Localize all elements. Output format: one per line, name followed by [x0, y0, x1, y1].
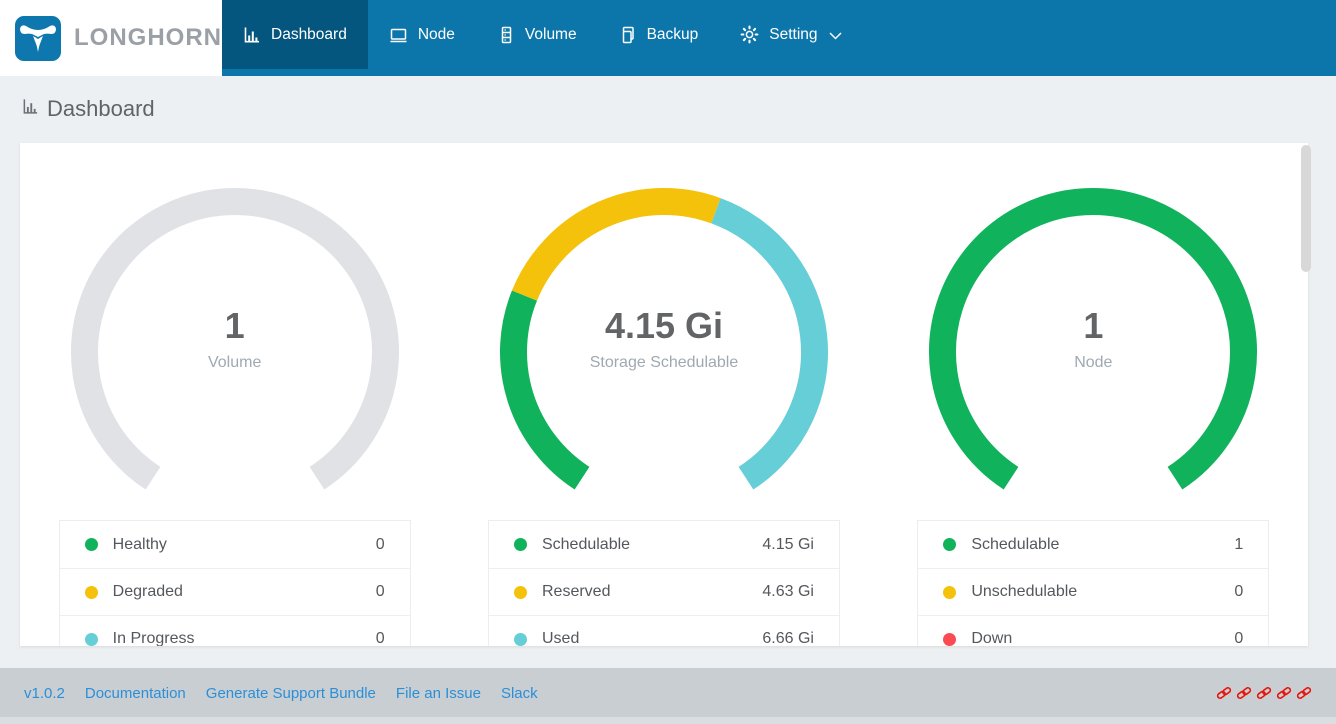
- volume-gauge-chart: 1 Volume: [65, 183, 405, 518]
- nav-label: Setting: [769, 26, 817, 44]
- gear-icon: [740, 25, 759, 44]
- bar-chart-icon: [22, 98, 39, 120]
- legend-row: Schedulable 4.15 Gi: [489, 521, 839, 568]
- legend-value: 0: [376, 583, 385, 601]
- node-count: 1: [923, 305, 1263, 347]
- nav-label: Volume: [525, 26, 577, 44]
- legend-value: 0: [1234, 630, 1243, 646]
- legend-label: Healthy: [113, 536, 167, 554]
- storage-gauge-label: Storage Schedulable: [494, 354, 834, 372]
- footer: v1.0.2 Documentation Generate Support Bu…: [0, 668, 1336, 724]
- broken-link-icon: [1256, 686, 1272, 700]
- legend-dot: [85, 633, 98, 646]
- legend-row: In Progress 0: [60, 615, 410, 646]
- nav-item-node[interactable]: Node: [368, 0, 476, 69]
- volume-count: 1: [65, 305, 405, 347]
- main-nav: Dashboard Node V: [222, 0, 1336, 76]
- volume-panel: 1 Volume Healthy 0 Degraded 0 In Progress 0: [20, 183, 449, 646]
- legend-label: In Progress: [113, 630, 195, 646]
- legend-value: 4.63 Gi: [762, 583, 814, 601]
- legend-dot: [514, 586, 527, 599]
- bar-chart-icon: [243, 26, 261, 44]
- legend-value: 0: [1234, 583, 1243, 601]
- legend-label: Unschedulable: [971, 583, 1077, 601]
- page-title: Dashboard: [47, 96, 155, 122]
- breadcrumb: Dashboard: [22, 96, 155, 122]
- brand-name: LONGHORN: [74, 24, 222, 52]
- node-panel: 1 Node Schedulable 1 Unschedulable 0 Down 0: [879, 183, 1308, 646]
- legend-dot: [514, 633, 527, 646]
- legend-label: Down: [971, 630, 1012, 646]
- nav-label: Dashboard: [271, 26, 347, 44]
- legend-row: Schedulable 1: [918, 521, 1268, 568]
- legend-row: Degraded 0: [60, 568, 410, 615]
- legend-value: 4.15 Gi: [762, 536, 814, 554]
- broken-link-icon: [1216, 686, 1232, 700]
- legend-label: Degraded: [113, 583, 183, 601]
- legend-label: Schedulable: [971, 536, 1059, 554]
- legend-value: 1: [1234, 536, 1243, 554]
- legend-label: Schedulable: [542, 536, 630, 554]
- node-legend: Schedulable 1 Unschedulable 0 Down 0: [917, 520, 1269, 646]
- broken-link-icon: [1296, 686, 1312, 700]
- broken-link-icon: [1236, 686, 1252, 700]
- storage-schedulable-value: 4.15 Gi: [494, 305, 834, 347]
- version-label: v1.0.2: [24, 685, 65, 702]
- node-gauge-label: Node: [923, 354, 1263, 372]
- slack-link[interactable]: Slack: [501, 685, 538, 702]
- legend-row: Used 6.66 Gi: [489, 615, 839, 646]
- legend-row: Reserved 4.63 Gi: [489, 568, 839, 615]
- legend-dot: [943, 633, 956, 646]
- legend-dot: [85, 586, 98, 599]
- volume-gauge-label: Volume: [65, 354, 405, 372]
- broken-link-icon: [1276, 686, 1292, 700]
- volume-icon: [497, 26, 515, 44]
- file-an-issue-link[interactable]: File an Issue: [396, 685, 481, 702]
- legend-label: Used: [542, 630, 579, 646]
- node-gauge-chart: 1 Node: [923, 183, 1263, 518]
- node-icon: [389, 26, 408, 44]
- nav-item-volume[interactable]: Volume: [476, 0, 598, 69]
- longhorn-bull-icon: [15, 16, 61, 61]
- dashboard-card: 1 Volume Healthy 0 Degraded 0 In Progress 0 4…: [20, 143, 1308, 646]
- legend-label: Reserved: [542, 583, 610, 601]
- legend-dot: [514, 538, 527, 551]
- legend-row: Unschedulable 0: [918, 568, 1268, 615]
- top-nav-bar: LONGHORN Dashboard Node: [0, 0, 1336, 76]
- storage-legend: Schedulable 4.15 Gi Reserved 4.63 Gi Used 6.6…: [488, 520, 840, 646]
- legend-dot: [943, 538, 956, 551]
- legend-value: 0: [376, 536, 385, 554]
- legend-value: 0: [376, 630, 385, 646]
- legend-value: 6.66 Gi: [762, 630, 814, 646]
- legend-row: Down 0: [918, 615, 1268, 646]
- nav-item-backup[interactable]: Backup: [598, 0, 720, 69]
- chevron-down-icon: [829, 32, 842, 40]
- backup-icon: [619, 26, 637, 44]
- legend-dot: [943, 586, 956, 599]
- broken-link-icons: [1216, 686, 1312, 700]
- nav-item-setting[interactable]: Setting: [719, 0, 862, 69]
- documentation-link[interactable]: Documentation: [85, 685, 186, 702]
- storage-gauge-chart: 4.15 Gi Storage Schedulable: [494, 183, 834, 518]
- legend-row: Healthy 0: [60, 521, 410, 568]
- nav-label: Backup: [647, 26, 699, 44]
- storage-panel: 4.15 Gi Storage Schedulable Schedulable 4…: [449, 183, 878, 646]
- nav-label: Node: [418, 26, 455, 44]
- nav-item-dashboard[interactable]: Dashboard: [222, 0, 368, 69]
- legend-dot: [85, 538, 98, 551]
- vertical-scrollbar-thumb[interactable]: [1301, 145, 1311, 272]
- generate-support-bundle-link[interactable]: Generate Support Bundle: [206, 685, 376, 702]
- logo[interactable]: LONGHORN: [0, 0, 222, 76]
- volume-legend: Healthy 0 Degraded 0 In Progress 0: [59, 520, 411, 646]
